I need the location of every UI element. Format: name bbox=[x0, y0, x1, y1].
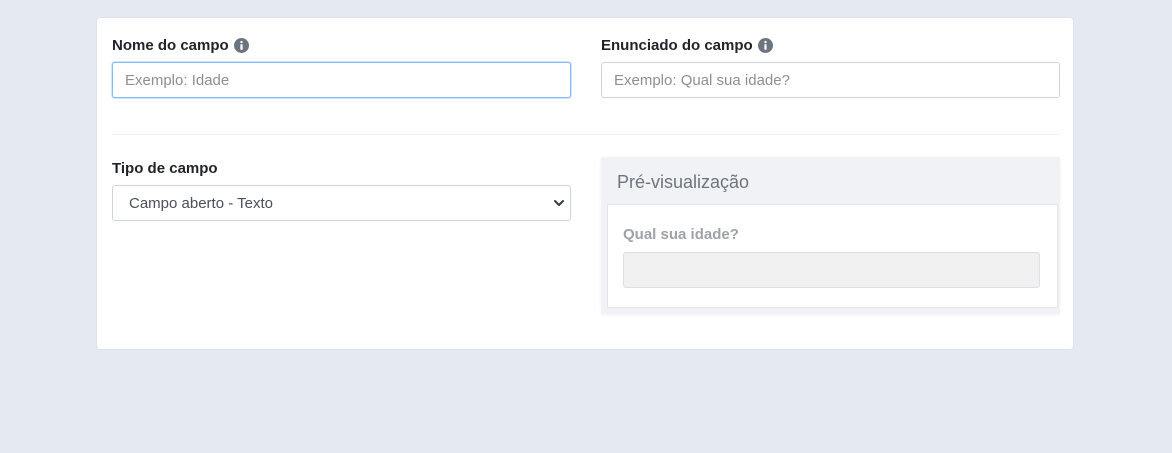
field-type-group: Tipo de campo Campo aberto - Texto bbox=[112, 158, 571, 221]
field-name-label-row: Nome do campo bbox=[112, 35, 571, 55]
section-divider bbox=[112, 134, 1060, 135]
field-type-select[interactable]: Campo aberto - Texto bbox=[112, 185, 571, 221]
field-name-input[interactable] bbox=[112, 62, 571, 98]
field-statement-group: Enunciado do campo bbox=[601, 35, 1060, 98]
field-name-group: Nome do campo bbox=[112, 35, 571, 98]
field-statement-label: Enunciado do campo bbox=[601, 36, 753, 54]
preview-panel: Pré-visualização Qual sua idade? bbox=[601, 157, 1060, 314]
field-type-label-row: Tipo de campo bbox=[112, 158, 571, 178]
chevron-down-icon bbox=[554, 200, 564, 206]
info-icon[interactable] bbox=[233, 37, 249, 53]
preview-body: Qual sua idade? bbox=[607, 204, 1058, 308]
field-type-selected-value: Campo aberto - Texto bbox=[129, 194, 273, 212]
field-type-label: Tipo de campo bbox=[112, 159, 218, 177]
info-icon[interactable] bbox=[757, 37, 773, 53]
field-name-label: Nome do campo bbox=[112, 36, 229, 54]
field-statement-label-row: Enunciado do campo bbox=[601, 35, 1060, 55]
preview-title: Pré-visualização bbox=[617, 172, 750, 192]
field-statement-input[interactable] bbox=[601, 62, 1060, 98]
preview-question-label: Qual sua idade? bbox=[623, 226, 739, 243]
form-card: Nome do campo Enunciado do campo bbox=[96, 17, 1074, 350]
preview-input bbox=[623, 252, 1040, 288]
